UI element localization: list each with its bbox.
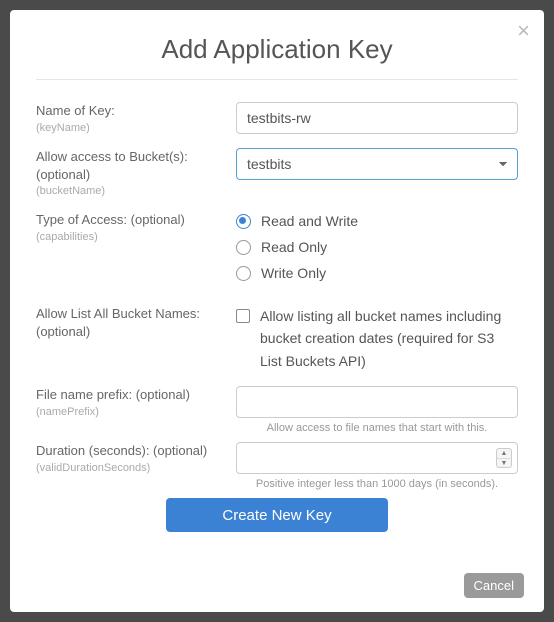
bucket-api: (bucketName): [36, 185, 226, 197]
access-radio-ro-label: Read Only: [261, 239, 327, 255]
access-radio-wo[interactable]: Write Only: [236, 265, 518, 281]
duration-input[interactable]: [236, 442, 518, 474]
duration-stepper[interactable]: ▲ ▼: [496, 448, 512, 468]
prefix-api: (namePrefix): [36, 406, 226, 418]
duration-label: Duration (seconds): (optional): [36, 442, 226, 460]
access-api: (capabilities): [36, 231, 226, 243]
bucket-label: Allow access to Bucket(s): (optional): [36, 148, 226, 183]
access-label: Type of Access: (optional): [36, 211, 226, 229]
duration-api: (validDurationSeconds): [36, 462, 226, 474]
modal-title: Add Application Key: [36, 34, 518, 65]
cancel-button[interactable]: Cancel: [464, 573, 524, 598]
add-application-key-modal: × Add Application Key Name of Key: (keyN…: [10, 10, 544, 612]
access-radio-rw-label: Read and Write: [261, 213, 358, 229]
bucket-select[interactable]: testbits: [236, 148, 518, 180]
chevron-down-icon[interactable]: ▼: [497, 459, 511, 468]
create-new-key-button[interactable]: Create New Key: [166, 498, 388, 532]
access-radio-wo-input[interactable]: [236, 266, 251, 281]
access-radio-wo-label: Write Only: [261, 265, 326, 281]
prefix-hint: Allow access to file names that start wi…: [236, 422, 518, 434]
access-radio-ro-input[interactable]: [236, 240, 251, 255]
name-input[interactable]: [236, 102, 518, 134]
prefix-label: File name prefix: (optional): [36, 386, 226, 404]
divider: [36, 79, 518, 80]
list-checkbox-label: Allow listing all bucket names including…: [260, 305, 518, 372]
access-radio-rw[interactable]: Read and Write: [236, 213, 518, 229]
chevron-up-icon[interactable]: ▲: [497, 449, 511, 459]
list-checkbox[interactable]: [236, 309, 250, 323]
prefix-input[interactable]: [236, 386, 518, 418]
list-label: Allow List All Bucket Names: (optional): [36, 305, 226, 340]
access-radio-rw-input[interactable]: [236, 214, 251, 229]
list-checkbox-row[interactable]: Allow listing all bucket names including…: [236, 305, 518, 372]
name-api: (keyName): [36, 122, 226, 134]
name-label: Name of Key:: [36, 102, 226, 120]
duration-hint: Positive integer less than 1000 days (in…: [236, 478, 518, 490]
access-radio-ro[interactable]: Read Only: [236, 239, 518, 255]
close-icon[interactable]: ×: [517, 20, 530, 42]
